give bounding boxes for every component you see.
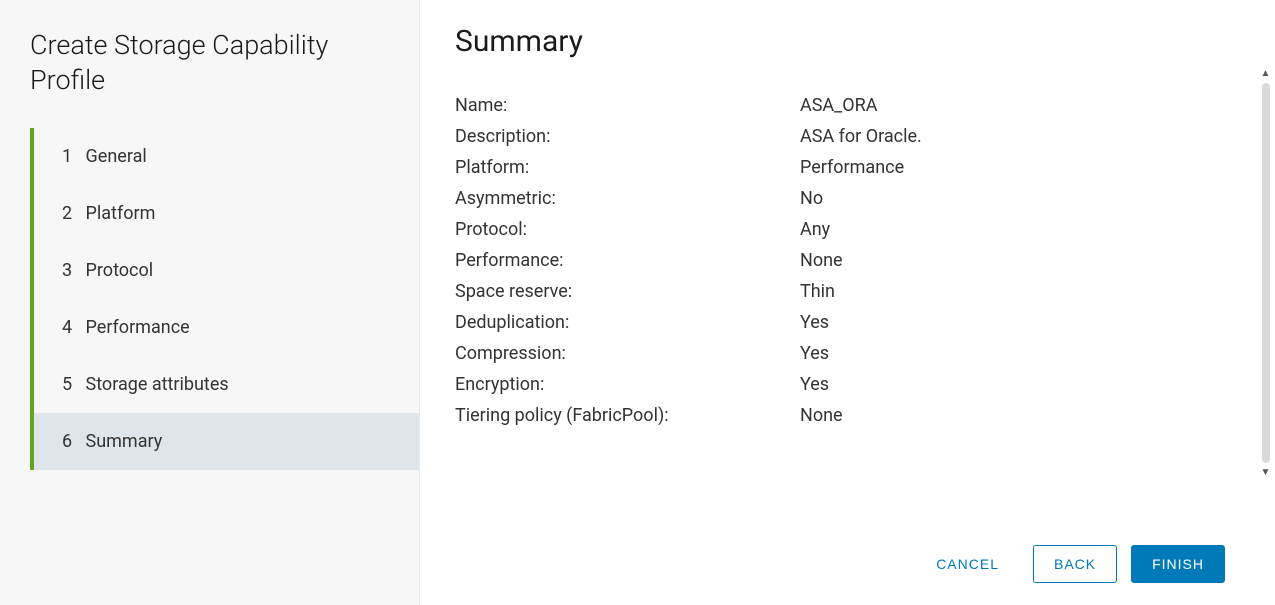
finish-button[interactable]: FINISH — [1131, 545, 1225, 583]
summary-row-name: Name: ASA_ORA — [455, 95, 1225, 116]
step-num: 3 — [62, 260, 72, 281]
summary-row-platform: Platform: Performance — [455, 157, 1225, 178]
main-panel: Summary Name: ASA_ORA Description: ASA f… — [420, 0, 1275, 605]
scroll-track[interactable] — [1262, 83, 1270, 463]
wizard-title: Create Storage Capability Profile — [30, 28, 419, 98]
wizard-footer: CANCEL BACK FINISH — [455, 527, 1255, 605]
summary-value: Yes — [800, 374, 1225, 395]
step-num: 5 — [62, 374, 72, 395]
step-label: Protocol — [86, 260, 154, 281]
summary-row-performance: Performance: None — [455, 250, 1225, 271]
step-num: 6 — [62, 431, 72, 452]
cancel-button[interactable]: CANCEL — [916, 546, 1019, 582]
scroll-up-icon[interactable]: ▲ — [1261, 68, 1271, 79]
summary-value: None — [800, 405, 1225, 426]
summary-row-space-reserve: Space reserve: Thin — [455, 281, 1225, 302]
back-button[interactable]: BACK — [1033, 545, 1117, 583]
wizard-sidebar: Create Storage Capability Profile 1 Gene… — [0, 0, 420, 605]
summary-label: Asymmetric: — [455, 188, 800, 209]
step-storage-attributes[interactable]: 5 Storage attributes — [34, 356, 419, 413]
summary-label: Encryption: — [455, 374, 800, 395]
step-num: 4 — [62, 317, 72, 338]
summary-label: Deduplication: — [455, 312, 800, 333]
summary-value: ASA_ORA — [800, 95, 1225, 116]
summary-label: Name: — [455, 95, 800, 116]
step-label: Summary — [86, 431, 163, 452]
summary-row-tiering-policy: Tiering policy (FabricPool): None — [455, 405, 1225, 426]
step-label: Platform — [86, 203, 156, 224]
page-title: Summary — [455, 24, 1255, 59]
summary-label: Protocol: — [455, 219, 800, 240]
summary-label: Tiering policy (FabricPool): — [455, 405, 800, 426]
summary-label: Space reserve: — [455, 281, 800, 302]
summary-value: Yes — [800, 343, 1225, 364]
step-num: 1 — [62, 146, 72, 167]
summary-value: Yes — [800, 312, 1225, 333]
summary-row-asymmetric: Asymmetric: No — [455, 188, 1225, 209]
summary-content: Name: ASA_ORA Description: ASA for Oracl… — [455, 95, 1255, 527]
step-label: General — [86, 146, 147, 167]
step-label: Performance — [86, 317, 190, 338]
scrollbar[interactable]: ▲ ▼ — [1258, 68, 1273, 478]
summary-row-compression: Compression: Yes — [455, 343, 1225, 364]
summary-label: Compression: — [455, 343, 800, 364]
step-platform[interactable]: 2 Platform — [34, 185, 419, 242]
summary-label: Description: — [455, 126, 800, 147]
summary-label: Platform: — [455, 157, 800, 178]
summary-value: ASA for Oracle. — [800, 126, 1225, 147]
summary-value: Any — [800, 219, 1225, 240]
summary-value: Performance — [800, 157, 1225, 178]
step-num: 2 — [62, 203, 72, 224]
summary-value: No — [800, 188, 1225, 209]
wizard-steps: 1 General 2 Platform 3 Protocol 4 Perfor… — [30, 128, 419, 470]
step-label: Storage attributes — [86, 374, 229, 395]
step-summary[interactable]: 6 Summary — [34, 413, 419, 470]
summary-row-protocol: Protocol: Any — [455, 219, 1225, 240]
step-protocol[interactable]: 3 Protocol — [34, 242, 419, 299]
scroll-down-icon[interactable]: ▼ — [1261, 467, 1271, 478]
summary-value: None — [800, 250, 1225, 271]
summary-value: Thin — [800, 281, 1225, 302]
summary-row-encryption: Encryption: Yes — [455, 374, 1225, 395]
summary-label: Performance: — [455, 250, 800, 271]
step-general[interactable]: 1 General — [34, 128, 419, 185]
summary-row-description: Description: ASA for Oracle. — [455, 126, 1225, 147]
summary-row-deduplication: Deduplication: Yes — [455, 312, 1225, 333]
step-performance[interactable]: 4 Performance — [34, 299, 419, 356]
